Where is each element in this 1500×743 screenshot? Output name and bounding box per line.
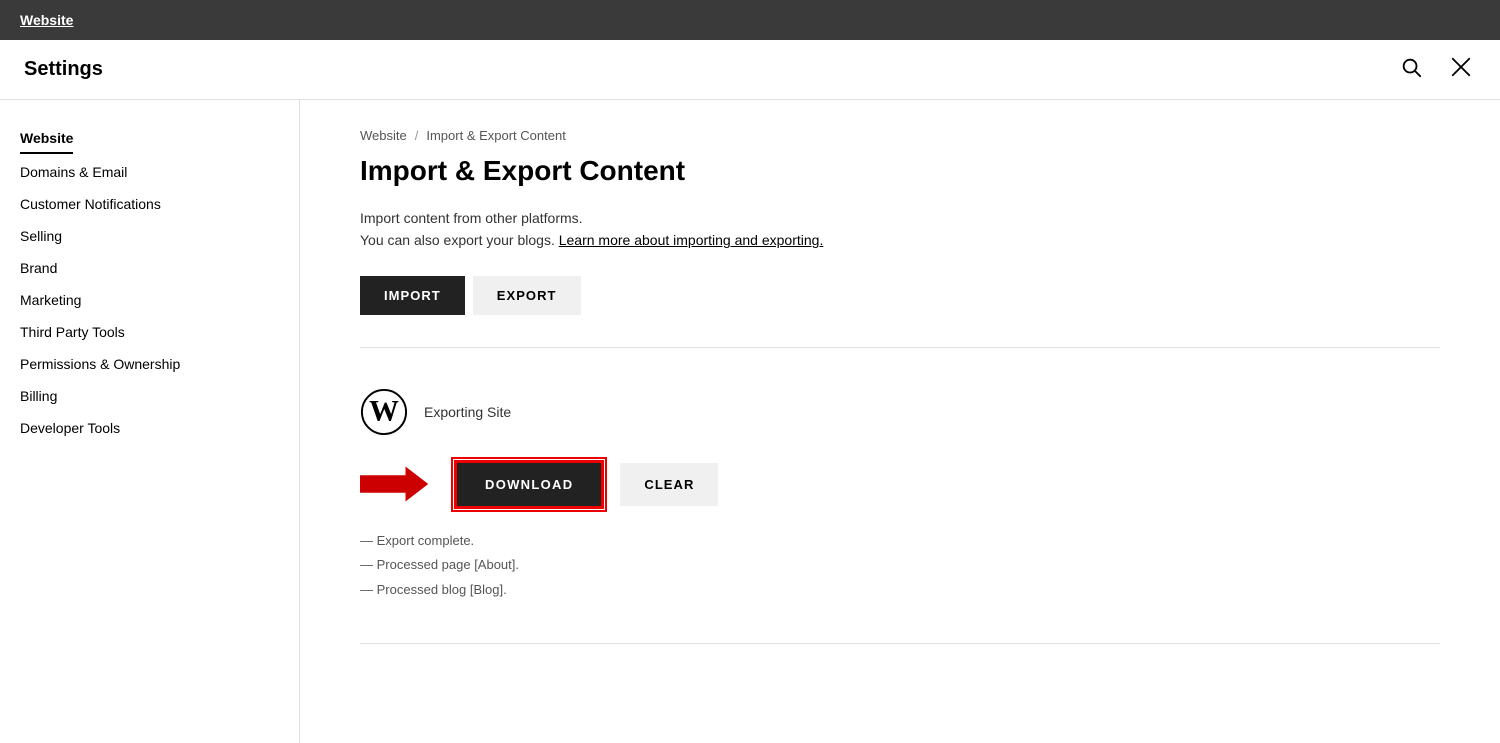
- svg-text:W: W: [369, 394, 399, 427]
- red-arrow-indicator: [360, 464, 430, 504]
- page-title: Import & Export Content: [360, 155, 1440, 187]
- sidebar-item-domains-email[interactable]: Domains & Email: [20, 158, 279, 186]
- sidebar-item-developer-tools[interactable]: Developer Tools: [20, 414, 279, 442]
- download-button[interactable]: DOWNLOAD: [454, 460, 604, 509]
- sidebar-nav: Website Domains & Email Customer Notific…: [20, 124, 279, 442]
- main-content: Website / Import & Export Content Import…: [300, 100, 1500, 743]
- section-divider-1: [360, 347, 1440, 348]
- description-line2: You can also export your blogs. Learn mo…: [360, 229, 1440, 251]
- page-description: Import content from other platforms. You…: [360, 207, 1440, 252]
- log-item: Processed page [About].: [360, 553, 1440, 578]
- breadcrumb-parent-link[interactable]: Website: [360, 128, 407, 143]
- header: Settings: [0, 40, 1500, 100]
- sidebar-item-website[interactable]: Website: [20, 124, 279, 154]
- export-button[interactable]: EXPORT: [473, 276, 581, 315]
- sidebar-item-brand[interactable]: Brand: [20, 254, 279, 282]
- export-header: W Exporting Site: [360, 388, 1440, 436]
- sidebar-item-third-party-tools[interactable]: Third Party Tools: [20, 318, 279, 346]
- sidebar-item-customer-notifications[interactable]: Customer Notifications: [20, 190, 279, 218]
- header-icons: [1396, 52, 1476, 88]
- search-button[interactable]: [1396, 52, 1426, 88]
- top-bar: Website: [0, 0, 1500, 40]
- settings-title: Settings: [24, 58, 103, 81]
- top-bar-title: Website: [20, 12, 73, 28]
- layout: Website Domains & Email Customer Notific…: [0, 100, 1500, 743]
- log-item: Processed blog [Blog].: [360, 578, 1440, 603]
- export-section: W Exporting Site DOWNLOAD CLEAR Export c…: [360, 372, 1440, 619]
- sidebar-item-billing[interactable]: Billing: [20, 382, 279, 410]
- breadcrumb-separator: /: [415, 128, 419, 143]
- breadcrumb: Website / Import & Export Content: [360, 128, 1440, 143]
- sidebar: Website Domains & Email Customer Notific…: [0, 100, 300, 743]
- close-button[interactable]: [1446, 52, 1476, 88]
- import-button[interactable]: IMPORT: [360, 276, 465, 315]
- action-buttons: IMPORT EXPORT: [360, 276, 1440, 315]
- clear-button[interactable]: CLEAR: [620, 463, 718, 506]
- export-log: Export complete. Processed page [About].…: [360, 529, 1440, 603]
- log-item: Export complete.: [360, 529, 1440, 554]
- export-status-text: Exporting Site: [424, 404, 511, 420]
- section-divider-2: [360, 643, 1440, 644]
- wordpress-icon: W: [360, 388, 408, 436]
- sidebar-item-permissions-ownership[interactable]: Permissions & Ownership: [20, 350, 279, 378]
- learn-more-link[interactable]: Learn more about importing and exporting…: [559, 232, 824, 248]
- description-line1: Import content from other platforms.: [360, 207, 1440, 229]
- sidebar-item-selling[interactable]: Selling: [20, 222, 279, 250]
- breadcrumb-current: Import & Export Content: [426, 128, 565, 143]
- download-row: DOWNLOAD CLEAR: [360, 460, 1440, 509]
- sidebar-item-marketing[interactable]: Marketing: [20, 286, 279, 314]
